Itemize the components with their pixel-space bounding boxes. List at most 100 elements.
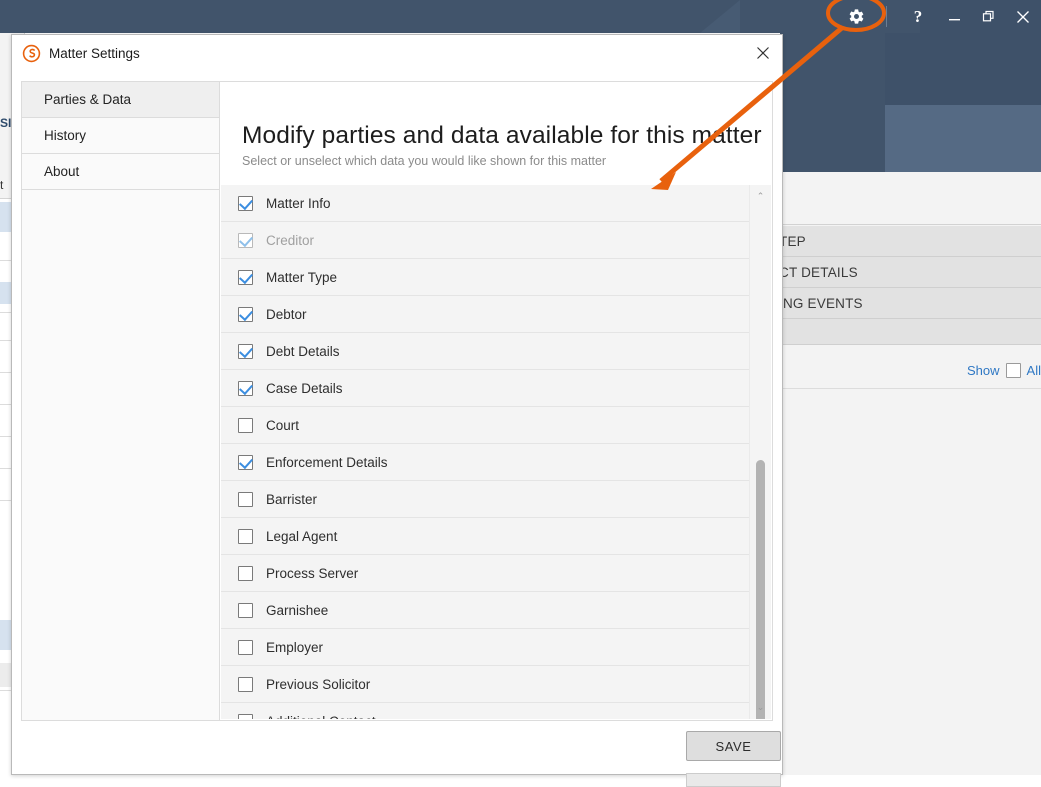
bg-all-label: All (1026, 362, 1041, 378)
titlebar-diagonal-accent (700, 0, 740, 33)
list-item[interactable]: Debt Details (221, 333, 749, 370)
help-button[interactable]: ? (902, 0, 934, 33)
list-item-label: Employer (266, 639, 324, 655)
bg-band-upper-right (885, 33, 1041, 105)
gear-icon (848, 8, 865, 25)
list-item-label: Matter Type (266, 269, 338, 285)
bg-left-fragment: t (0, 178, 4, 192)
app-titlebar (0, 0, 1041, 33)
bg-section-row[interactable]: CT DETAILS (779, 257, 1041, 288)
close-icon (757, 47, 769, 59)
list-item-label: Matter Info (266, 195, 331, 211)
list-item[interactable]: Previous Solicitor (221, 666, 749, 703)
list-scrollbar[interactable]: ⌃ ⌄ (749, 185, 771, 719)
nav-item-label: About (44, 164, 80, 179)
list-item-label: Court (266, 417, 300, 433)
list-item-label: Creditor (266, 232, 315, 248)
dialog-close-button[interactable] (750, 40, 776, 66)
checkbox-creditor (238, 232, 253, 248)
bg-section-row-label: TEP (779, 233, 806, 249)
list-item[interactable]: Barrister (221, 481, 749, 518)
nav-item-history[interactable]: History (22, 118, 219, 154)
list-item[interactable]: Creditor (221, 222, 749, 259)
list-item[interactable]: Matter Type (221, 259, 749, 296)
dialog-content-pane: Modify parties and data available for th… (219, 81, 773, 721)
list-item-label: Additional Contact (266, 714, 376, 719)
list-item[interactable]: Additional Contact (221, 703, 749, 719)
matter-settings-dialog: Matter Settings Parties & Data History A… (11, 34, 783, 787)
footer-ghost-element (686, 773, 781, 787)
list-item[interactable]: Garnishee (221, 592, 749, 629)
list-item-label: Garnishee (266, 602, 329, 618)
swirl-s-logo-icon (21, 43, 41, 63)
dialog-footer: SAVE (12, 722, 782, 787)
question-mark-icon: ? (913, 6, 923, 26)
list-item-label: Case Details (266, 380, 343, 396)
checkbox-enforcement-details[interactable] (238, 454, 253, 470)
bg-band-left-lower (780, 138, 885, 172)
save-button[interactable]: SAVE (686, 731, 781, 761)
list-item[interactable]: Employer (221, 629, 749, 666)
checkbox-employer[interactable] (238, 639, 253, 655)
checkbox-additional-contact[interactable] (238, 714, 253, 719)
list-item[interactable]: Court (221, 407, 749, 444)
titlebar-separator (886, 6, 887, 27)
bg-panel-divider (780, 224, 1041, 225)
bg-show-all-control[interactable]: Show All (780, 355, 1041, 385)
list-item-label: Previous Solicitor (266, 676, 371, 692)
nav-item-label: Parties & Data (44, 92, 132, 107)
restore-button[interactable] (972, 0, 1004, 33)
bg-band-lower-right (885, 105, 1041, 172)
nav-item-label: History (44, 128, 87, 143)
list-item[interactable]: Legal Agent (221, 518, 749, 555)
checkbox-court[interactable] (238, 417, 253, 433)
list-item-label: Debtor (266, 306, 307, 322)
bg-show-all-divider (780, 388, 1041, 389)
nav-item-about[interactable]: About (22, 154, 219, 190)
list-item-label: Debt Details (266, 343, 340, 359)
content-heading: Modify parties and data available for th… (242, 122, 762, 149)
checkbox-matter-info[interactable] (238, 195, 253, 211)
bg-show-all-checkbox[interactable] (1005, 362, 1021, 378)
checkbox-case-details[interactable] (238, 380, 253, 396)
list-item[interactable]: Debtor (221, 296, 749, 333)
dialog-nav-pane: Parties & Data History About (21, 81, 219, 721)
bg-section-row-label: CT DETAILS (779, 264, 858, 280)
bg-section-row[interactable] (783, 319, 1041, 345)
minimize-button[interactable] (938, 0, 970, 33)
bg-section-row[interactable]: TEP (779, 226, 1041, 257)
checkbox-barrister[interactable] (238, 491, 253, 507)
scrollbar-thumb[interactable] (756, 460, 765, 719)
list-item[interactable]: Process Server (221, 555, 749, 592)
dialog-titlebar: Matter Settings (12, 35, 782, 71)
checkbox-debtor[interactable] (238, 306, 253, 322)
checkbox-process-server[interactable] (238, 565, 253, 581)
checkbox-legal-agent[interactable] (238, 528, 253, 544)
list-item-label: Barrister (266, 491, 318, 507)
dialog-body: Parties & Data History About Modify part… (21, 81, 773, 721)
list-item[interactable]: Enforcement Details (221, 444, 749, 481)
list-item[interactable]: Matter Info (221, 185, 749, 222)
bg-left-fragment: SI (0, 116, 12, 130)
content-subheading: Select or unselect which data you would … (242, 154, 607, 168)
bg-section-row-label: ING EVENTS (779, 295, 863, 311)
close-window-button[interactable] (1006, 0, 1039, 33)
scroll-down-arrow-icon[interactable]: ⌄ (750, 698, 771, 717)
checkbox-garnishee[interactable] (238, 602, 253, 618)
list-item-label: Legal Agent (266, 528, 338, 544)
parties-data-list: Matter Info Creditor Matter Type Debtor Debt… (221, 185, 771, 719)
list-item[interactable]: Case Details (221, 370, 749, 407)
nav-item-parties-and-data[interactable]: Parties & Data (22, 82, 219, 118)
scroll-up-arrow-icon[interactable]: ⌃ (750, 187, 771, 206)
settings-gear-button[interactable] (838, 0, 874, 33)
checkbox-debt-details[interactable] (238, 343, 253, 359)
bg-section-row[interactable]: ING EVENTS (779, 288, 1041, 319)
checkbox-matter-type[interactable] (238, 269, 253, 285)
minimize-icon (948, 10, 961, 23)
dialog-title: Matter Settings (49, 45, 140, 61)
restore-icon (982, 10, 995, 23)
list-item-label: Process Server (266, 565, 359, 581)
bg-band-left (780, 33, 885, 138)
checkbox-previous-solicitor[interactable] (238, 676, 253, 692)
list-item-label: Enforcement Details (266, 454, 388, 470)
